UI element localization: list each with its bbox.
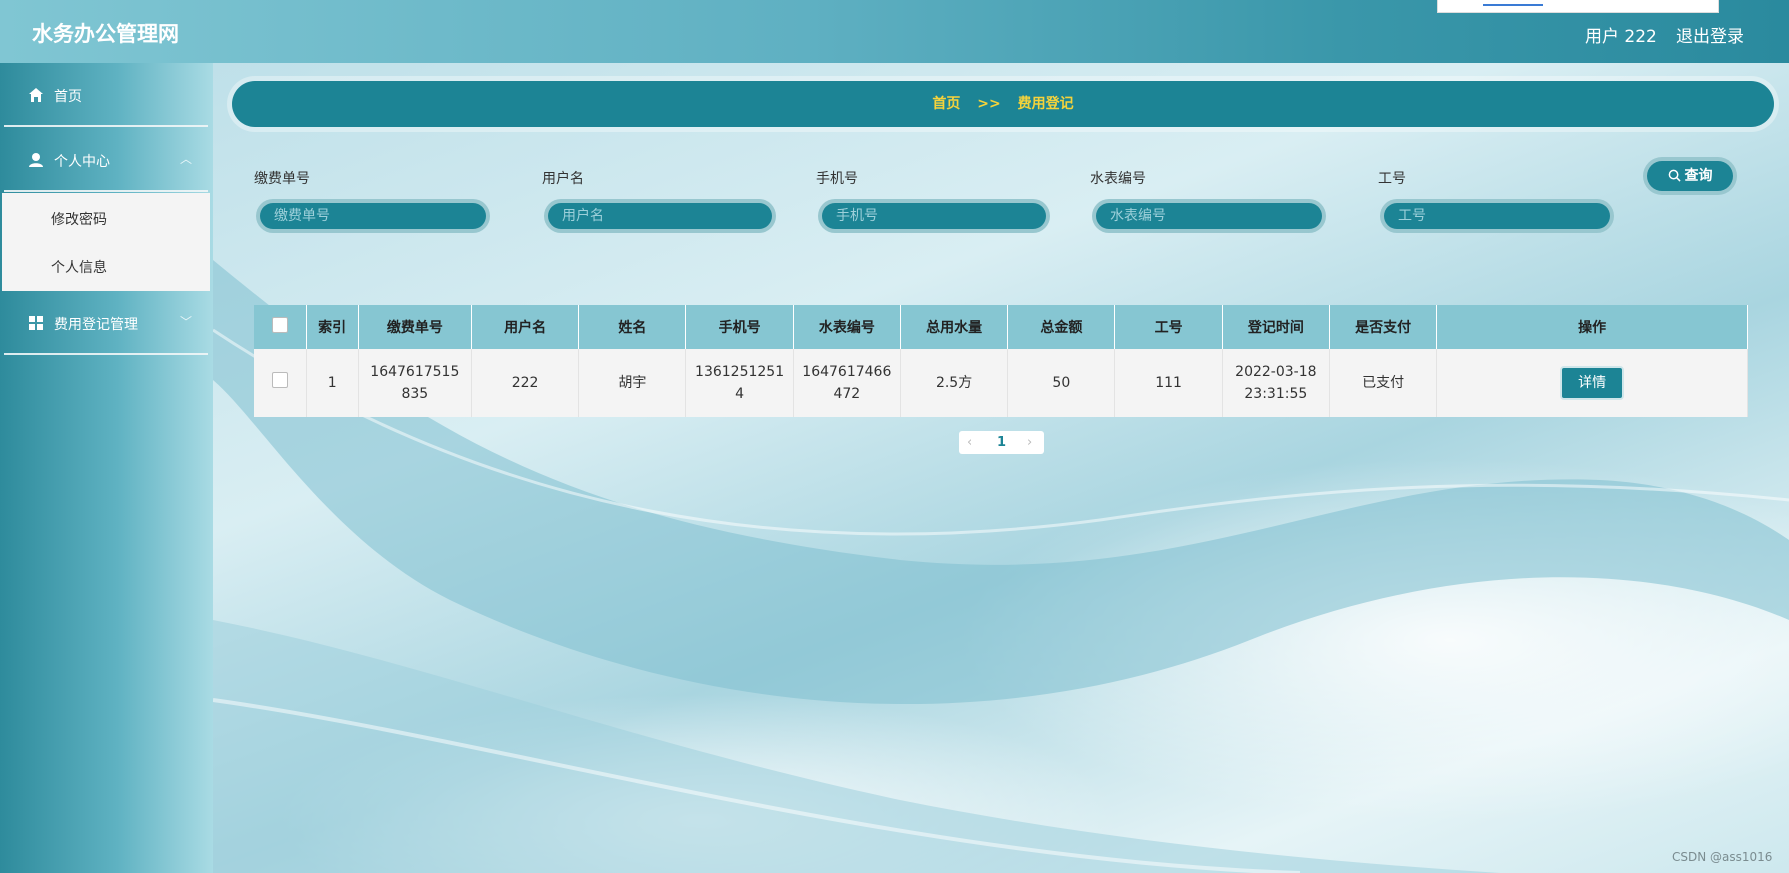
- amount-cell: 50: [1007, 349, 1116, 417]
- column-header: 缴费单号: [358, 305, 472, 349]
- name-cell: 胡宇: [578, 349, 687, 417]
- select-all-cell: [254, 305, 307, 349]
- personal-center-submenu: 修改密码 个人信息: [2, 193, 210, 291]
- page-number-button[interactable]: 1: [997, 431, 1006, 454]
- sidebar-divider: [4, 125, 208, 127]
- search-button[interactable]: 查询: [1643, 157, 1737, 195]
- sidebar-subitem-personal-info[interactable]: 个人信息: [51, 257, 107, 277]
- chevron-down-icon: ﹀: [179, 315, 192, 329]
- water-usage-cell: 2.5方: [900, 349, 1009, 417]
- meter-no-cell: 1647617466 472: [793, 349, 901, 417]
- search-button-label: 查询: [1684, 168, 1713, 184]
- username-cell: 222: [471, 349, 580, 417]
- staff-no-input[interactable]: [1380, 199, 1614, 233]
- bill-no-input[interactable]: [256, 199, 490, 233]
- column-header: 姓名: [578, 305, 687, 349]
- column-header: 登记时间: [1222, 305, 1330, 349]
- detail-button[interactable]: 详情: [1560, 366, 1625, 400]
- sidebar: 首页 个人中心 ︿ 修改密码 个人信息 费用登记管理 ﹀: [0, 63, 213, 873]
- meter-no-input[interactable]: [1092, 199, 1326, 233]
- table-header-row: 索引 缴费单号 用户名 姓名 手机号 水表编号 总用水量 总金额 工号 登记时间…: [254, 305, 1748, 349]
- sidebar-item-personal-center[interactable]: 个人中心 ︿: [4, 128, 208, 190]
- phone-input[interactable]: [818, 199, 1050, 233]
- column-header: 手机号: [685, 305, 794, 349]
- phone-label: 手机号: [816, 171, 858, 187]
- grid-icon: [29, 316, 43, 330]
- register-time-cell: 2022-03-18 23:31:55: [1222, 349, 1330, 417]
- breadcrumb: 首页 >> 费用登记: [232, 81, 1774, 127]
- column-header: 工号: [1114, 305, 1223, 349]
- sidebar-item-fee-management[interactable]: 费用登记管理 ﹀: [4, 291, 208, 353]
- username-input[interactable]: [544, 199, 776, 233]
- sidebar-divider: [4, 353, 208, 355]
- meter-line2: 472: [833, 386, 861, 402]
- bill-no-cell: 1647617515 835: [358, 349, 472, 417]
- breadcrumb-separator: >>: [977, 96, 1001, 112]
- action-cell: 详情: [1436, 349, 1748, 417]
- column-header: 总金额: [1007, 305, 1116, 349]
- user-icon: [29, 153, 43, 167]
- meter-no-label: 水表编号: [1090, 171, 1146, 187]
- column-header: 操作: [1436, 305, 1748, 349]
- paid-status-cell: 已支付: [1329, 349, 1438, 417]
- pagination: ‹ 1 ›: [959, 431, 1044, 454]
- sidebar-item-label: 个人中心: [54, 154, 110, 170]
- sidebar-divider: [4, 190, 208, 192]
- index-cell: 1: [306, 349, 359, 417]
- register-date: 2022-03-18: [1235, 364, 1317, 380]
- prev-page-button[interactable]: ‹: [967, 431, 972, 454]
- staff-no-label: 工号: [1378, 171, 1406, 187]
- app-title: 水务办公管理网: [32, 22, 179, 46]
- breadcrumb-home[interactable]: 首页: [932, 96, 960, 112]
- logout-link[interactable]: 退出登录: [1676, 22, 1744, 47]
- sidebar-item-label: 费用登记管理: [54, 317, 138, 333]
- bill-no-line2: 835: [401, 386, 429, 402]
- top-bar: 水务办公管理网 用户 222 退出登录: [0, 0, 1789, 63]
- column-header: 总用水量: [900, 305, 1009, 349]
- row-select-cell: [254, 349, 307, 417]
- next-page-button[interactable]: ›: [1027, 431, 1032, 454]
- bill-no-label: 缴费单号: [254, 171, 310, 187]
- username-label: 用户名: [542, 171, 584, 187]
- sidebar-item-label: 首页: [54, 89, 82, 105]
- column-header: 水表编号: [793, 305, 901, 349]
- sidebar-item-home[interactable]: 首页: [4, 63, 208, 125]
- row-checkbox[interactable]: [271, 371, 288, 388]
- current-user-label: 用户 222: [1585, 27, 1657, 47]
- column-header: 用户名: [471, 305, 580, 349]
- sidebar-subitem-change-password[interactable]: 修改密码: [51, 209, 107, 229]
- search-icon: [1668, 169, 1681, 182]
- column-header: 是否支付: [1329, 305, 1438, 349]
- chevron-up-icon: ︿: [179, 152, 192, 166]
- watermark: CSDN @ass1016: [1672, 850, 1773, 864]
- table-row: 1 1647617515 835 222 胡宇 1361251251 4 16476…: [254, 349, 1748, 417]
- register-time: 23:31:55: [1244, 386, 1308, 402]
- phone-line1: 1361251251: [695, 364, 785, 380]
- background-art: [0, 0, 1789, 873]
- bill-no-line1: 1647617515: [370, 364, 460, 380]
- select-all-checkbox[interactable]: [271, 317, 288, 333]
- phone-cell: 1361251251 4: [685, 349, 794, 417]
- fee-table: 索引 缴费单号 用户名 姓名 手机号 水表编号 总用水量 总金额 工号 登记时间…: [254, 305, 1748, 417]
- home-icon: [29, 88, 43, 102]
- phone-line2: 4: [735, 386, 745, 402]
- meter-line1: 1647617466: [802, 364, 892, 380]
- column-header: 索引: [306, 305, 359, 349]
- breadcrumb-current: 费用登记: [1017, 96, 1074, 112]
- staff-no-cell: 111: [1114, 349, 1223, 417]
- browser-overlay: [1437, 0, 1719, 13]
